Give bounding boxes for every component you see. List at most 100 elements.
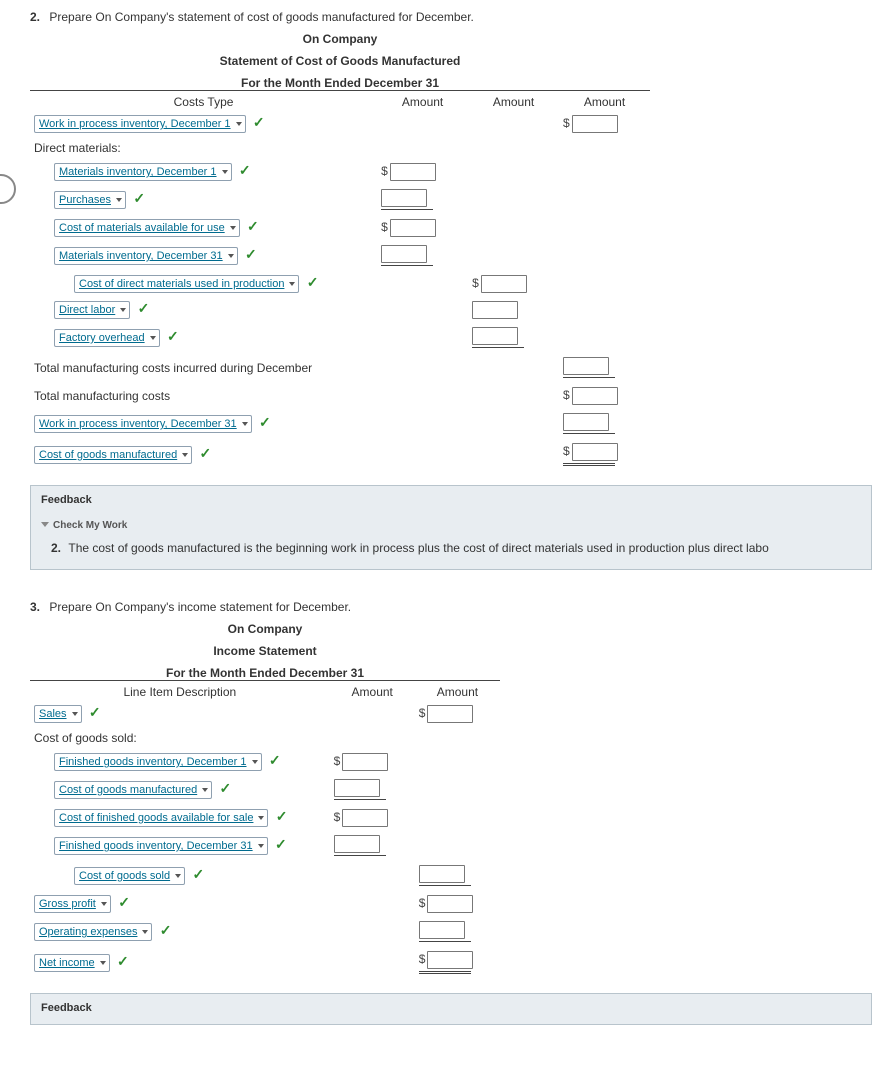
cogs-input[interactable] [419, 865, 465, 883]
sales-input[interactable] [427, 705, 473, 723]
underline [419, 941, 471, 943]
cogs-dropdown[interactable]: Cost of goods sold [74, 867, 185, 885]
fg-dec1-dropdown[interactable]: Finished goods inventory, December 1 [54, 753, 262, 771]
materials-dec1-dropdown[interactable]: Materials inventory, December 1 [54, 163, 232, 181]
underline [563, 377, 615, 379]
underline [381, 209, 433, 211]
underline [472, 347, 524, 349]
q2-col-amount-1: Amount [377, 93, 468, 111]
check-icon: ✓ [200, 446, 212, 460]
check-icon: ✓ [276, 809, 288, 823]
fg-available-input[interactable] [342, 809, 388, 827]
feedback-text: The cost of goods manufactured is the be… [68, 541, 768, 555]
q2-col-amount-2: Amount [468, 93, 559, 111]
gross-profit-dropdown[interactable]: Gross profit [34, 895, 111, 913]
materials-dec31-input[interactable] [381, 245, 427, 263]
materials-dec1-input[interactable] [390, 163, 436, 181]
net-income-dropdown[interactable]: Net income [34, 954, 110, 972]
sales-dropdown[interactable]: Sales [34, 705, 82, 723]
direct-labor-dropdown[interactable]: Direct labor [54, 301, 130, 319]
table-row: Purchases ✓ [30, 185, 650, 215]
table-row: Direct materials: [30, 137, 650, 159]
side-nav-circle[interactable] [0, 174, 16, 204]
check-my-work-toggle[interactable]: Check My Work [31, 510, 871, 535]
table-row: Materials inventory, December 1 ✓ $ [30, 159, 650, 185]
feedback-body: 2. The cost of goods manufactured is the… [31, 535, 871, 569]
table-row: Finished goods inventory, December 1 ✓ $ [30, 749, 500, 775]
fg-dec31-dropdown[interactable]: Finished goods inventory, December 31 [54, 837, 268, 855]
q3-stmt-title1: On Company [30, 622, 500, 636]
q3-stmt-title2: Income Statement [30, 644, 500, 658]
check-icon: ✓ [89, 705, 101, 719]
underline [419, 885, 471, 887]
q2-hr [30, 90, 650, 91]
op-expenses-input[interactable] [419, 921, 465, 939]
materials-available-input[interactable] [390, 219, 436, 237]
question-3: 3. Prepare On Company's income statement… [30, 600, 862, 1025]
table-row: Work in process inventory, December 31 ✓ [30, 409, 650, 439]
check-icon: ✓ [239, 163, 251, 177]
underline [334, 855, 386, 857]
dollar-sign: $ [419, 952, 428, 966]
table-row: Factory overhead ✓ [30, 323, 650, 353]
feedback-label: Feedback [31, 994, 871, 1018]
table-row: Sales ✓ $ [30, 701, 500, 727]
table-row: Cost of materials available for use ✓ $ [30, 215, 650, 241]
feedback-label: Feedback [31, 486, 871, 510]
q3-col-amount-2: Amount [415, 683, 500, 701]
factory-overhead-input[interactable] [472, 327, 518, 345]
total-mfg-incurred-label: Total manufacturing costs incurred durin… [30, 353, 377, 383]
q2-number: 2. [30, 10, 40, 24]
op-expenses-dropdown[interactable]: Operating expenses [34, 923, 152, 941]
table-row: Operating expenses ✓ [30, 917, 500, 947]
fg-dec31-input[interactable] [334, 835, 380, 853]
wip-dec1-dropdown[interactable]: Work in process inventory, December 1 [34, 115, 246, 133]
gross-profit-input[interactable] [427, 895, 473, 913]
table-row: Cost of goods manufactured ✓ $ [30, 439, 650, 471]
materials-dec31-dropdown[interactable]: Materials inventory, December 31 [54, 247, 238, 265]
question-2: 2. Prepare On Company's statement of cos… [30, 10, 862, 570]
dm-used-input[interactable] [481, 275, 527, 293]
wip-dec31-dropdown[interactable]: Work in process inventory, December 31 [34, 415, 252, 433]
underline [334, 799, 386, 801]
q2-col-headers: Costs Type Amount Amount Amount [30, 93, 650, 111]
wip-dec1-input[interactable] [572, 115, 618, 133]
dollar-sign: $ [563, 116, 572, 130]
check-icon: ✓ [167, 329, 179, 343]
q3-feedback-box: Feedback [30, 993, 872, 1025]
check-icon: ✓ [117, 954, 129, 968]
total-mfg-incurred-input[interactable] [563, 357, 609, 375]
check-icon: ✓ [160, 923, 172, 937]
q3-col-amount-1: Amount [330, 683, 415, 701]
purchases-dropdown[interactable]: Purchases [54, 191, 126, 209]
cogm-dropdown[interactable]: Cost of goods manufactured [34, 446, 192, 464]
fg-available-dropdown[interactable]: Cost of finished goods available for sal… [54, 809, 268, 827]
dollar-sign: $ [419, 896, 428, 910]
dm-used-dropdown[interactable]: Cost of direct materials used in product… [74, 275, 299, 293]
cogm-input[interactable] [572, 443, 618, 461]
dollar-sign: $ [563, 388, 572, 402]
dollar-sign: $ [472, 276, 481, 290]
table-row: Work in process inventory, December 1 ✓ … [30, 111, 650, 137]
materials-available-dropdown[interactable]: Cost of materials available for use [54, 219, 240, 237]
table-row: Cost of goods sold ✓ [30, 861, 500, 891]
factory-overhead-dropdown[interactable]: Factory overhead [54, 329, 160, 347]
fg-dec1-input[interactable] [342, 753, 388, 771]
wip-dec31-input[interactable] [563, 413, 609, 431]
cogm-q3-dropdown[interactable]: Cost of goods manufactured [54, 781, 212, 799]
purchases-input[interactable] [381, 189, 427, 207]
dollar-sign: $ [563, 444, 572, 458]
q3-text: Prepare On Company's income statement fo… [49, 600, 351, 614]
q2-text: Prepare On Company's statement of cost o… [49, 10, 474, 24]
direct-materials-label: Direct materials: [30, 137, 650, 159]
total-mfg-costs-input[interactable] [572, 387, 618, 405]
q2-stmt-title2: Statement of Cost of Goods Manufactured [30, 54, 650, 68]
check-icon: ✓ [307, 275, 319, 289]
q3-stmt-title3: For the Month Ended December 31 [30, 666, 500, 680]
check-icon: ✓ [220, 781, 232, 795]
cogm-q3-input[interactable] [334, 779, 380, 797]
net-income-input[interactable] [427, 951, 473, 969]
check-icon: ✓ [269, 753, 281, 767]
underline [381, 265, 433, 267]
direct-labor-input[interactable] [472, 301, 518, 319]
